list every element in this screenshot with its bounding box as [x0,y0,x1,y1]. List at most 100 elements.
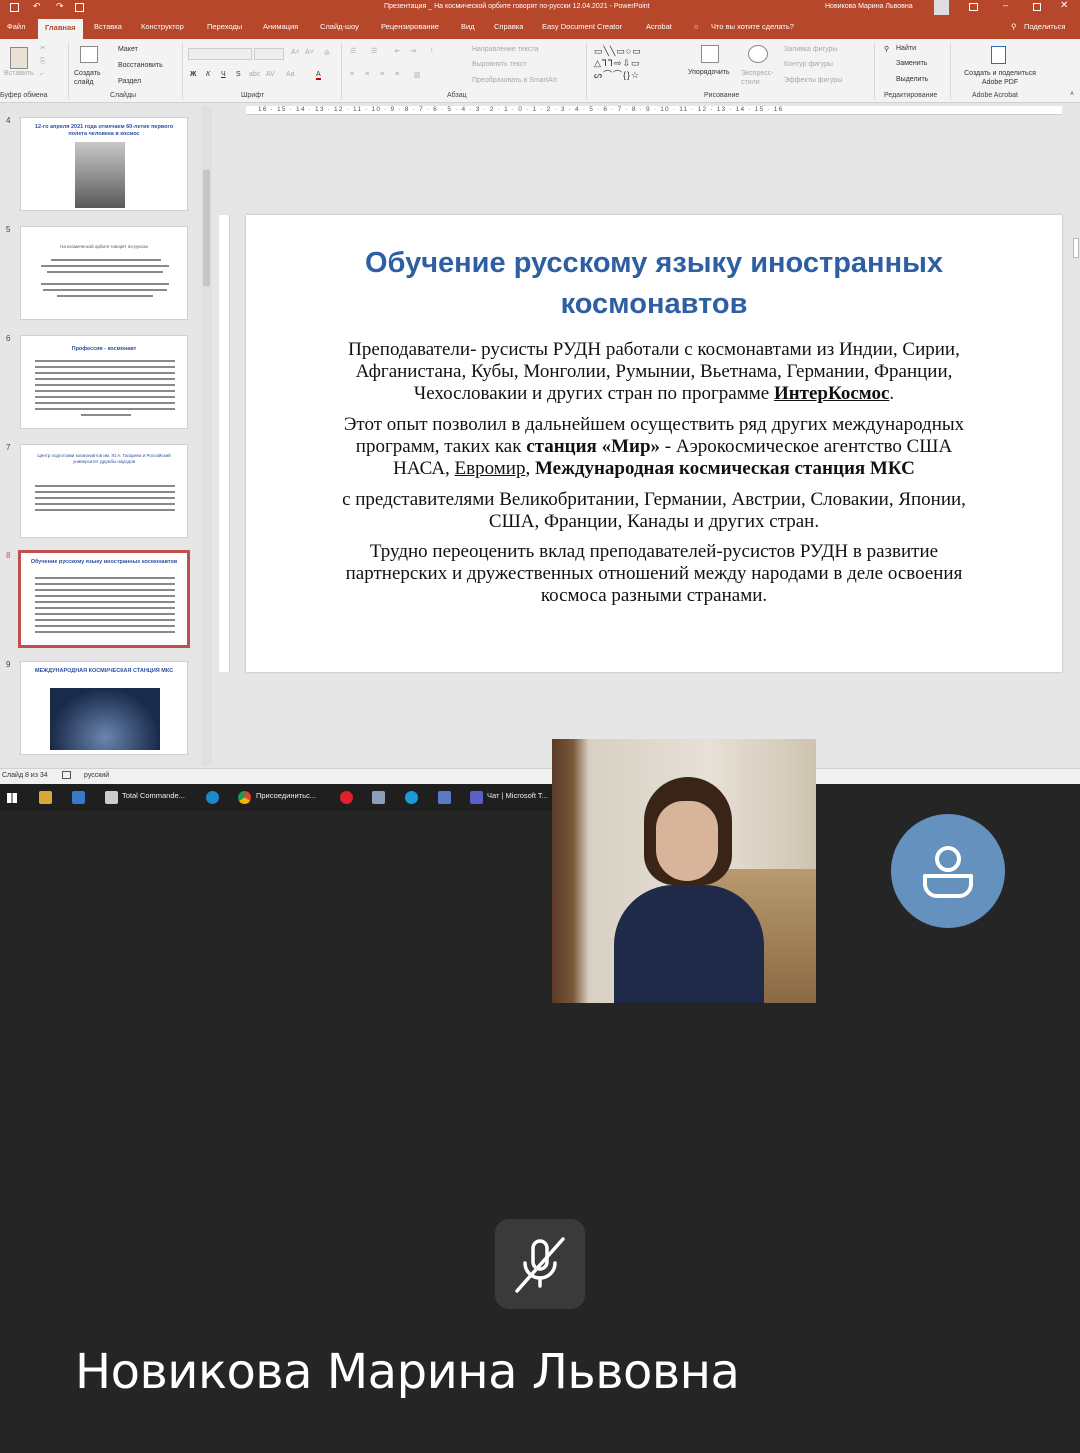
account-avatar[interactable] [934,0,949,15]
language-indicator[interactable]: русский [84,772,109,779]
tab-slideshow[interactable]: Слайд-шоу [320,22,359,31]
account-name[interactable]: Новикова Марина Львовна [825,3,913,10]
thumbnail-scrollbar[interactable] [201,106,212,766]
paragraph-programs[interactable]: Этот опыт позволил в дальнейшем осуществ… [296,414,1012,480]
align-left-icon[interactable]: ≡ [350,71,354,78]
maximize-icon[interactable] [1033,3,1041,11]
spellcheck-icon[interactable] [62,771,71,779]
total-commander-icon[interactable] [105,791,118,804]
font-name-combobox[interactable] [188,48,252,60]
file-explorer-icon[interactable] [39,791,52,804]
close-icon[interactable]: ✕ [1060,0,1068,11]
slide-thumbnail[interactable]: 12-го апреля 2021 года отмечаем 60-летие… [20,117,188,211]
paste-button[interactable]: Вставить [4,70,34,77]
clear-format-icon[interactable]: ⊘ [324,49,330,57]
bold-icon[interactable]: Ж [190,71,196,78]
tab-transitions[interactable]: Переходы [207,22,242,31]
chrome-icon[interactable] [238,791,251,804]
shared-screen-powerpoint[interactable]: ↶ ↷ Презентация _ На космической орбите … [0,0,1080,784]
slide-canvas[interactable]: Обучение русскому языку иностранных косм… [246,215,1062,672]
participant-avatar[interactable] [891,814,1005,928]
new-slide-icon[interactable] [80,46,98,63]
new-slide-button[interactable]: Создать слайд [74,69,106,87]
quick-styles-icon[interactable] [748,45,768,63]
align-right-icon[interactable]: ≡ [380,71,384,78]
tab-review[interactable]: Рецензирование [381,22,439,31]
layout-button[interactable]: Макет [118,46,138,53]
italic-icon[interactable]: К [206,71,210,78]
shadow-icon[interactable]: S [236,71,241,78]
taskbar-total-commander[interactable]: Total Commande... [122,791,185,800]
taskbar-teams[interactable]: Чат | Microsoft T... [487,791,548,800]
redo-icon[interactable]: ↷ [56,1,64,12]
share-button[interactable]: Поделиться [1024,22,1065,31]
justify-icon[interactable]: ≡ [395,71,399,78]
undo-icon[interactable]: ↶ [33,1,41,12]
collapse-ribbon-icon[interactable]: ˄ [1070,91,1074,98]
paragraph-partners[interactable]: с представителями Великобритании, Герман… [296,489,1012,533]
shape-effects-button[interactable]: Эффекты фигуры [784,77,842,84]
strikethrough-icon[interactable]: abc [249,71,260,78]
scrollbar-thumb[interactable] [1073,238,1079,258]
underline-icon[interactable]: Ч [221,71,226,78]
editor-scrollbar[interactable] [1072,104,1080,734]
select-button[interactable]: Выделить [896,76,928,83]
slide-thumbnail[interactable]: Центр подготовки космонавтов им. Ю.А. Га… [20,444,188,538]
find-button[interactable]: Найти [896,45,916,52]
tab-help[interactable]: Справка [494,22,523,31]
align-text-button[interactable]: Выровнять текст [472,61,527,68]
tab-file[interactable]: Файл [7,22,25,31]
reset-button[interactable]: Восстановить [118,62,163,69]
tab-animations[interactable]: Анимация [263,22,298,31]
bullets-icon[interactable]: ☰ [350,47,356,55]
app-icon[interactable] [438,791,451,804]
decrease-indent-icon[interactable]: ⇤ [395,47,401,55]
format-painter-icon[interactable]: ⌐ [40,71,44,78]
arrange-icon[interactable] [701,45,719,63]
taskbar-chrome[interactable]: Присоединитьс... [256,791,316,800]
spacing-icon[interactable]: AV [266,71,275,78]
windows-start-icon[interactable] [7,793,17,803]
network-icon[interactable] [372,791,385,804]
paste-icon[interactable] [10,47,28,69]
shape-fill-button[interactable]: Заливка фигуры [784,46,837,53]
slide-title[interactable]: Обучение русскому языку иностранных косм… [246,243,1062,325]
skype-icon[interactable] [405,791,418,804]
teams-icon[interactable] [470,791,483,804]
create-pdf-button[interactable]: Создать и поделиться Adobe PDF [957,69,1043,87]
paragraph-countries[interactable]: Преподаватели- русисты РУДН работали с к… [296,339,1012,405]
convert-smartart-button[interactable]: Преобразовать в SmartArt [472,77,557,84]
save-icon[interactable] [10,3,19,12]
replace-button[interactable]: Заменить [896,60,927,67]
increase-indent-icon[interactable]: ⇥ [410,47,416,55]
app-icon[interactable] [72,791,85,804]
quick-styles-button[interactable]: Экспресс-стили [741,69,777,87]
edge-icon[interactable] [206,791,219,804]
text-direction-button[interactable]: Направление текста [472,46,538,53]
minimize-icon[interactable]: – [1003,0,1008,10]
change-case-icon[interactable]: Aa [286,71,295,78]
font-size-combobox[interactable] [254,48,284,60]
numbering-icon[interactable]: ☰ [371,47,377,55]
decrease-font-icon[interactable]: A˅ [305,49,314,56]
cut-icon[interactable]: ✂ [40,44,46,52]
participant-video[interactable] [552,739,816,1003]
shape-outline-button[interactable]: Контур фигуры [784,61,833,68]
increase-font-icon[interactable]: A˄ [291,49,300,56]
slide-thumbnail[interactable]: На космической орбите говорят по-русски [20,226,188,320]
tell-me-search[interactable]: Что вы хотите сделать? [711,22,794,31]
scrollbar-thumb[interactable] [203,170,210,286]
tab-easy-document-creator[interactable]: Easy Document Creator [542,22,622,31]
tab-view[interactable]: Вид [461,22,475,31]
paragraph-conclusion[interactable]: Трудно переоценить вклад преподавателей-… [296,541,1012,607]
microphone-toggle-button[interactable] [495,1219,585,1309]
shapes-gallery[interactable]: ▭╲╲▭○▭ △⅂⅂⇨⇩▭ ᔕ⌒⌒{}☆ [594,45,642,81]
opera-icon[interactable] [340,791,353,804]
start-from-beginning-icon[interactable] [75,3,84,12]
tab-acrobat[interactable]: Acrobat [646,22,672,31]
create-pdf-icon[interactable] [991,46,1006,64]
tab-home[interactable]: Главная [38,19,83,39]
tab-design[interactable]: Конструктор [141,22,184,31]
columns-icon[interactable]: ▥ [414,71,421,79]
align-center-icon[interactable]: ≡ [365,71,369,78]
